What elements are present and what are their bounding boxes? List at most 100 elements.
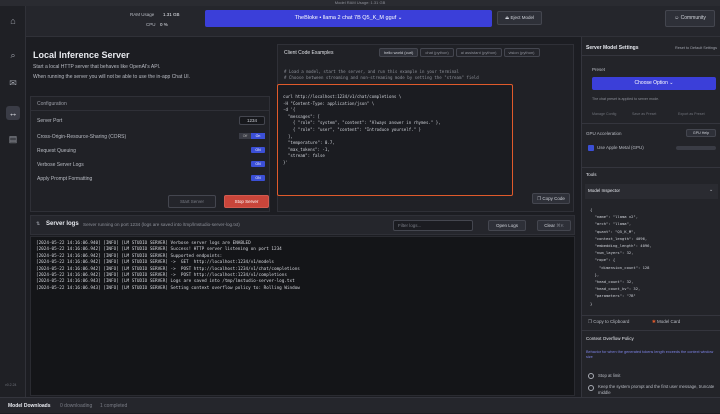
- code-line: "temperature": 0.7,: [283, 140, 335, 146]
- model-selector-label: TheBloke • llama 2 chat 7B Q5_K_M gguf: [294, 15, 397, 21]
- stop-at-limit-label: Stop at limit: [598, 373, 621, 378]
- gpu-help-button[interactable]: GPU Help: [686, 129, 716, 137]
- log-line: [2024-05-22 14:16:06.943] [INFO] [LM STU…: [36, 279, 295, 285]
- gpu-header: GPU Acceleration: [586, 131, 622, 136]
- reset-defaults-link[interactable]: Reset to Default Settings: [675, 46, 717, 50]
- divider: [31, 110, 269, 111]
- code-line: { "role": "system", "content": "Always a…: [283, 120, 441, 126]
- model-card-label: Model Card: [657, 319, 681, 324]
- cpu-label: CPU: [146, 22, 156, 27]
- radio-keep-system-prompt[interactable]: [588, 385, 594, 391]
- preset-note: The chat preset is applied to server mod…: [592, 97, 660, 101]
- community-button[interactable]: ☺ Community: [665, 10, 715, 27]
- code-block: curl http://localhost:1234/v1/chat/compl…: [277, 84, 513, 196]
- prompt-formatting-label: Apply Prompt Formatting: [37, 176, 93, 182]
- gpu-offload-slider[interactable]: [676, 146, 716, 150]
- server-icon[interactable]: ↔: [6, 106, 20, 120]
- json-line: "num_layers": 32,: [590, 250, 634, 256]
- open-logs-label: Open Logs: [495, 223, 519, 228]
- server-log-output[interactable]: [2024-05-22 14:16:06.940] [INFO] [LM STU…: [30, 236, 575, 396]
- json-line: "rope": {: [590, 257, 616, 263]
- downloading-count: 0 downloading: [60, 403, 93, 409]
- client-code-header: Client Code Examples: [284, 50, 334, 56]
- json-line: "arch": "llama",: [590, 221, 632, 227]
- json-line: "embedding_length": 4096,: [590, 243, 652, 249]
- model-inspector-header[interactable]: Model Inspector ⌄: [585, 184, 718, 199]
- cors-off-option[interactable]: Off: [239, 133, 251, 139]
- model-downloads-button[interactable]: Model Downloads: [8, 398, 51, 414]
- tab-chat-python[interactable]: chat (python): [420, 48, 454, 57]
- server-logs-subtitle: Server running on port 1234 (logs are sa…: [83, 222, 240, 227]
- server-description-2: When running the server you will not be …: [33, 74, 191, 80]
- server-port-input[interactable]: 1234: [239, 116, 265, 125]
- cors-toggle[interactable]: Off On: [239, 133, 265, 139]
- export-preset-tab[interactable]: Export as Preset: [678, 112, 705, 116]
- code-line: curl http://localhost:1234/v1/chat/compl…: [283, 94, 402, 99]
- json-line: "name": "llama v2",: [590, 214, 639, 220]
- json-line: "context_length": 4096,: [590, 235, 648, 241]
- json-line: "dimension_count": 128: [590, 264, 650, 270]
- stop-server-button[interactable]: Stop Server: [224, 195, 269, 208]
- model-selector[interactable]: TheBloke • llama 2 chat 7B Q5_K_M gguf ⌄: [205, 10, 492, 27]
- model-card-button[interactable]: ✱ Model Card: [652, 319, 680, 325]
- copy-code-button[interactable]: ❐ Copy Code: [532, 193, 570, 204]
- log-line: [2024-05-22 14:16:06.942] [INFO] [LM STU…: [36, 247, 282, 253]
- tab-vision-python[interactable]: vision (python): [503, 48, 540, 57]
- code-line: -d '{: [283, 107, 296, 113]
- divider: [582, 55, 720, 56]
- app-version: v0.2.24: [5, 383, 17, 387]
- clear-logs-button[interactable]: Clear ⌘K: [537, 220, 571, 231]
- home-icon[interactable]: ⌂: [6, 14, 20, 28]
- copy-clipboard-label: Copy to Clipboard: [593, 319, 630, 324]
- chat-icon[interactable]: ✉: [6, 76, 20, 90]
- filter-logs-input[interactable]: Filter logs...: [393, 220, 473, 231]
- gpu-checkbox-label: Use Apple Metal (GPU): [597, 145, 644, 150]
- preset-dropdown[interactable]: Choose Option ⌄: [592, 77, 716, 90]
- overflow-policy-description: Behavior for when the generated tokens l…: [586, 350, 714, 359]
- request-queuing-label: Request Queuing: [37, 148, 76, 154]
- server-logs-header: ⇅ Server logs Server running on port 123…: [30, 215, 575, 235]
- code-line: { "role": "user", "content": "Introduce …: [283, 126, 422, 132]
- community-label: Community: [680, 15, 706, 21]
- start-server-button[interactable]: Start Server: [168, 195, 216, 208]
- logs-arrow-icon: ⇅: [36, 221, 41, 227]
- manage-config-tab[interactable]: Manage Config: [592, 112, 616, 116]
- clear-logs-label: Clear: [544, 223, 555, 228]
- save-preset-tab[interactable]: Save as Preset: [632, 112, 656, 116]
- cors-on-option[interactable]: On: [251, 133, 265, 139]
- server-description-1: Start a local HTTP server that behaves l…: [33, 64, 161, 70]
- ram-value: 1.31 GB: [163, 12, 180, 17]
- log-line: [2024-05-22 14:16:06.942] [INFO] [LM STU…: [36, 260, 274, 266]
- open-logs-button[interactable]: Open Logs: [488, 220, 526, 231]
- config-header: Configuration: [37, 101, 67, 107]
- keep-system-prompt-label: Keep the system prompt and the first use…: [598, 384, 715, 395]
- json-line: "head_count": 32,: [590, 279, 634, 285]
- server-port-label: Server Port: [37, 118, 63, 124]
- tab-ai-assistant[interactable]: ai assistant (python): [455, 48, 502, 57]
- chevron-down-icon: ⌄: [709, 187, 714, 193]
- preset-dropdown-label: Choose Option: [634, 80, 668, 86]
- divider: [582, 167, 720, 168]
- gpu-checkbox[interactable]: [588, 145, 594, 151]
- tab-hello-world[interactable]: hello world (curl): [379, 48, 419, 57]
- verbose-logs-toggle[interactable]: ON: [251, 161, 265, 167]
- folder-icon[interactable]: ▤: [6, 132, 20, 146]
- code-line: "stream": false: [283, 153, 325, 159]
- clear-shortcut: ⌘K: [556, 223, 564, 228]
- request-queuing-toggle[interactable]: ON: [251, 147, 265, 153]
- model-inspector-json: { "name": "llama v2", "arch": "llama", "…: [590, 206, 716, 311]
- json-line: "head_count_kv": 32,: [590, 286, 641, 292]
- radio-stop-at-limit[interactable]: [588, 373, 594, 379]
- chevron-down-icon: ⌄: [397, 15, 403, 21]
- copy-code-label: Copy Code: [542, 196, 565, 201]
- page-title: Local Inference Server: [33, 50, 130, 60]
- eject-model-label: Eject Model: [510, 15, 535, 20]
- copy-clipboard-button[interactable]: ❐ Copy to Clipboard: [588, 319, 629, 325]
- code-line: }': [283, 159, 288, 165]
- eject-model-button[interactable]: ⏏ Eject Model: [497, 11, 542, 25]
- prompt-formatting-toggle[interactable]: ON: [251, 175, 265, 181]
- preset-label: Preset: [592, 67, 606, 72]
- completed-count: 1 completed: [100, 403, 128, 409]
- search-icon[interactable]: ⌕: [6, 48, 20, 62]
- code-comment-2: # Choose between streaming and non-strea…: [284, 75, 479, 80]
